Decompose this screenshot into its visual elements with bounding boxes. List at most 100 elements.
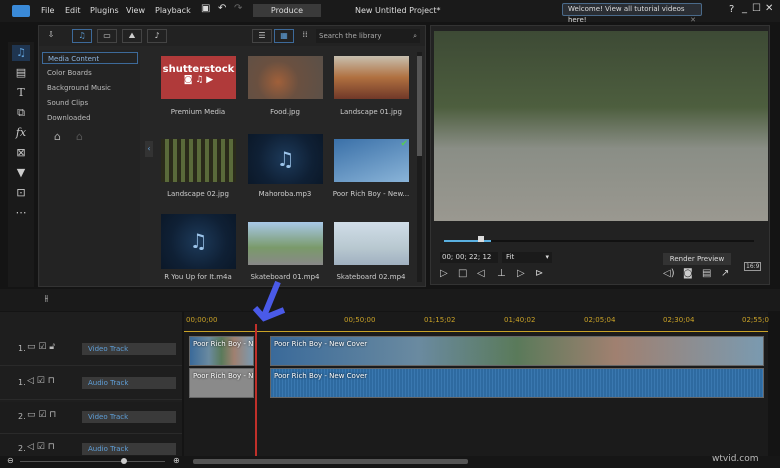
clip-label: Poor Rich Boy - New — [193, 340, 254, 348]
undock-icon[interactable]: ↗ — [721, 268, 729, 279]
grid-view-icon[interactable]: ▦ — [274, 29, 294, 43]
category-list: Media Content Color Boards Background Mu… — [40, 50, 140, 286]
thumb-premium-media[interactable]: shutterstock ◙ ♫ ▶ — [161, 56, 236, 99]
collapse-panel-button[interactable]: ‹ — [145, 141, 153, 157]
fast-forward-icon[interactable]: ⊳ — [535, 268, 543, 279]
preview-scrubber[interactable] — [444, 240, 754, 242]
close-window-icon[interactable]: ✕ — [765, 3, 773, 14]
category-sound-clips[interactable]: Sound Clips — [42, 97, 138, 109]
track-label[interactable]: Audio Track — [82, 443, 176, 455]
thumb-skateboard-02[interactable] — [334, 222, 409, 265]
category-downloaded[interactable]: Downloaded — [42, 112, 138, 124]
menu-file[interactable]: File — [41, 6, 54, 15]
fx-room-icon[interactable]: fx — [12, 125, 30, 141]
transition-room-icon[interactable]: ⧉ — [12, 105, 30, 121]
stop-icon[interactable]: □ — [458, 268, 467, 279]
thumb-landscape-01[interactable] — [334, 56, 409, 99]
zoom-slider-handle[interactable] — [121, 458, 127, 464]
next-frame-icon[interactable]: ▷ — [517, 268, 525, 279]
ruler-label: 02;55;0 — [742, 316, 769, 324]
particle-room-icon[interactable]: ▼ — [12, 165, 30, 181]
subtitle-room-icon[interactable]: ⊡ — [12, 185, 30, 201]
thumbnail-size-icon[interactable]: ⁞⁞ — [295, 29, 315, 43]
track-label[interactable]: Video Track — [82, 343, 176, 355]
search-input[interactable]: Search the library ⌕ — [316, 29, 420, 43]
thumb-mahoroba[interactable]: ♫ — [248, 134, 323, 184]
zoom-slider[interactable] — [20, 461, 165, 462]
video-icon: ▭ ☑ 🔓︎ — [27, 342, 56, 352]
clip-label: Poor Rich Boy - New Cover — [274, 340, 368, 348]
thumb-food[interactable] — [248, 56, 323, 99]
checkmark-icon: ✔ — [400, 139, 408, 149]
menu-playback[interactable]: Playback — [155, 6, 191, 15]
audio-clip-1b[interactable]: Poor Rich Boy - New Cover — [270, 368, 764, 398]
audio-clip-1a[interactable]: Poor Rich Boy - New — [189, 368, 254, 398]
render-preview-button[interactable]: Render Preview — [663, 253, 731, 265]
menu-plugins[interactable]: Plugins — [90, 6, 119, 15]
category-background-music[interactable]: Background Music — [42, 82, 138, 94]
remove-tag-icon[interactable]: ⌂ — [76, 130, 83, 143]
welcome-tooltip[interactable]: Welcome! View all tutorial videos here! ✕ — [562, 3, 702, 24]
ruler-label: 01;40;02 — [504, 316, 536, 324]
timeline-area: 00;00;00 00;50;00 01;15;02 01;40;02 02;0… — [184, 312, 769, 456]
track-number: 2. — [18, 412, 26, 421]
pip-room-icon[interactable]: ⊠ — [12, 145, 30, 161]
music-note-icon: ♫ — [276, 147, 295, 171]
split-icon[interactable]: ⫲ — [45, 294, 48, 304]
undo-icon[interactable]: ↶ — [218, 3, 226, 14]
search-icon[interactable]: ⌕ — [413, 29, 417, 43]
help-button[interactable]: ? — [729, 4, 734, 15]
timeline-toolbar: ⫲ ▭ ⇹ — [0, 289, 780, 327]
app-logo — [12, 5, 30, 17]
title-room-icon[interactable]: T — [12, 85, 30, 101]
save-icon[interactable]: ▣ — [201, 3, 210, 14]
redo-icon[interactable]: ↷ — [234, 3, 242, 14]
list-view-icon[interactable]: ☰ — [252, 29, 272, 43]
play-icon[interactable]: ▷ — [440, 268, 448, 279]
template-room-icon[interactable]: ▤ — [12, 65, 30, 81]
thumb-skateboard-01[interactable] — [248, 222, 323, 265]
minimize-icon[interactable]: _ — [742, 3, 747, 14]
volume-icon[interactable]: ◁) — [663, 268, 675, 279]
track-label[interactable]: Audio Track — [82, 377, 176, 389]
aspect-ratio-button[interactable]: 16:9 — [744, 262, 762, 271]
preview-panel: 00; 00; 22; 12 Fit ▾ Render Preview 16:9 … — [430, 25, 770, 285]
zoom-select[interactable]: Fit ▾ — [502, 252, 552, 263]
menu-view[interactable]: View — [126, 6, 145, 15]
snapshot-marker-icon[interactable]: ⊥ — [497, 268, 506, 279]
zoom-out-icon[interactable]: ⊖ — [7, 456, 14, 465]
media-library: ⇩ ♫ ▭ ⛰ ♪ ☰ ▦ ⁞⁞ Search the library ⌕ Med… — [38, 25, 426, 287]
menu-edit[interactable]: Edit — [65, 6, 81, 15]
subtitle-icon[interactable]: ▤ — [702, 268, 711, 279]
category-color-boards[interactable]: Color Boards — [42, 67, 138, 79]
audio-icon: ◁ ☑ ⊓ — [27, 442, 55, 452]
previous-frame-icon[interactable]: ◁ — [477, 268, 485, 279]
library-scrollbar[interactable] — [417, 52, 422, 282]
category-media-content[interactable]: Media Content — [42, 52, 138, 64]
horizontal-scrollbar[interactable] — [193, 459, 468, 464]
playhead[interactable] — [255, 324, 257, 456]
filter-audio-icon[interactable]: ♪ — [147, 29, 167, 43]
more-icon[interactable]: ⋯ — [12, 205, 30, 221]
add-tag-icon[interactable]: ⌂ — [54, 130, 61, 143]
timecode-display[interactable]: 00; 00; 22; 12 — [440, 252, 498, 263]
scrubber-handle[interactable] — [478, 236, 484, 242]
thumb-r-you-up[interactable]: ♫ — [161, 214, 236, 269]
produce-button[interactable]: Produce — [253, 4, 321, 17]
video-clip-1a[interactable]: Poor Rich Boy - New — [189, 336, 254, 366]
video-icon: ▭ ☑ ⊓ — [27, 410, 57, 420]
filter-video-icon[interactable]: ▭ — [97, 29, 117, 43]
media-room-icon[interactable]: ♫ — [12, 45, 30, 61]
camera-icon[interactable]: ◙ — [683, 268, 693, 279]
filter-all-media-icon[interactable]: ♫ — [72, 29, 92, 43]
track-label[interactable]: Video Track — [82, 411, 176, 423]
thumb-landscape-02[interactable] — [161, 139, 236, 182]
zoom-in-icon[interactable]: ⊕ — [173, 456, 180, 465]
item-name: Landscape 02.jpg — [167, 190, 229, 198]
video-clip-1b[interactable]: Poor Rich Boy - New Cover — [270, 336, 764, 366]
filter-image-icon[interactable]: ⛰ — [122, 29, 142, 43]
maximize-icon[interactable]: ☐ — [752, 3, 761, 14]
thumb-poor-rich-boy[interactable]: ✔ — [334, 139, 409, 182]
menu-bar: File Edit Plugins View Playback ▣ ↶ ↷ Pr… — [0, 0, 780, 24]
import-icon[interactable]: ⇩ — [41, 29, 61, 43]
